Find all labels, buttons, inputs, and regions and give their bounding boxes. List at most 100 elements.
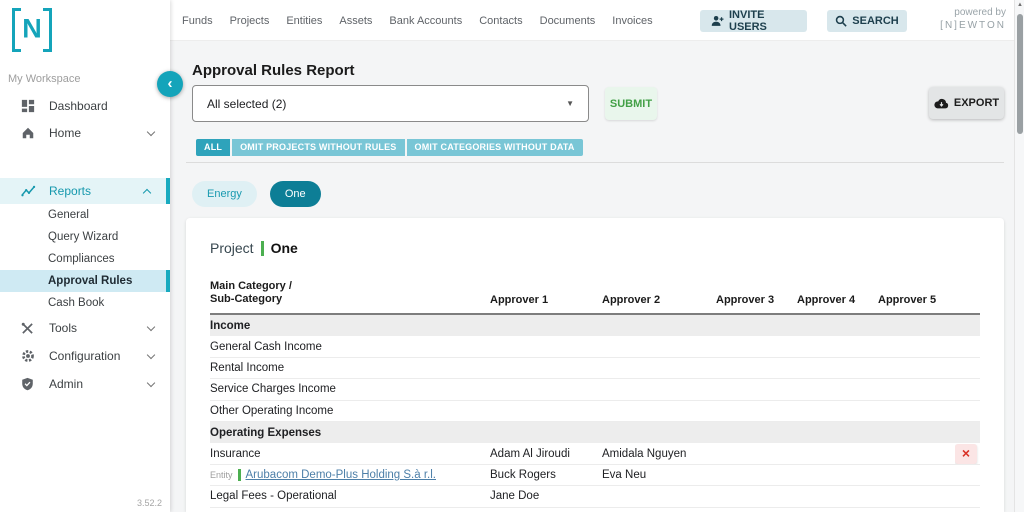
- search-button[interactable]: SEARCH: [827, 10, 907, 32]
- topnav-item-funds[interactable]: Funds: [182, 15, 213, 27]
- sidebar-subitem-label: Query Wizard: [48, 231, 119, 243]
- remove-rule-button[interactable]: ×: [955, 443, 977, 464]
- sidebar-item-query-wizard[interactable]: Query Wizard: [0, 226, 170, 248]
- sidebar-item-tools[interactable]: Tools: [0, 314, 170, 342]
- home-icon: [21, 126, 37, 140]
- approver-cell: Adam Al Jiroudi: [490, 447, 570, 460]
- column-header-approver-5: Approver 5: [878, 294, 937, 306]
- sidebar-subitem-label: Approval Rules: [48, 275, 133, 287]
- column-header-approver-3: Approver 3: [716, 294, 775, 306]
- table-row: General Cash Income: [210, 336, 980, 358]
- sidebar-item-compliances[interactable]: Compliances: [0, 248, 170, 270]
- sidebar-item-label: Dashboard: [49, 98, 108, 113]
- chip-all[interactable]: ALL: [196, 139, 231, 156]
- reports-icon: [21, 185, 37, 198]
- sidebar-item-home[interactable]: Home: [0, 119, 170, 146]
- search-label: SEARCH: [852, 15, 899, 27]
- table-section-row: Income: [210, 315, 980, 337]
- approver-cell: Jane Doe: [490, 490, 540, 503]
- sidebar-subitem-label: General: [48, 209, 89, 221]
- approver-cell: Amidala Nguyen: [602, 447, 687, 460]
- app-logo[interactable]: N: [12, 8, 52, 52]
- report-card: Project One Main Category / Sub-Category…: [186, 218, 1004, 512]
- page-title: Approval Rules Report: [192, 62, 355, 79]
- category-label: Service Charges Income: [210, 383, 336, 396]
- invite-users-button[interactable]: INVITE USERS: [700, 9, 807, 33]
- scroll-up-arrow[interactable]: ▲: [1016, 2, 1024, 8]
- table-row: Other Operating Income: [210, 401, 980, 422]
- category-label: Income: [210, 319, 251, 332]
- topnav-item-assets[interactable]: Assets: [339, 15, 372, 27]
- topnav-item-projects[interactable]: Projects: [230, 15, 270, 27]
- chevron-down-icon: [146, 322, 156, 332]
- powered-by: powered by [N]EWTON: [940, 6, 1006, 32]
- sidebar-item-label: Configuration: [49, 349, 121, 363]
- sidebar-item-label: Tools: [49, 321, 78, 335]
- green-bar: [237, 468, 241, 481]
- topnav-item-bank-accounts[interactable]: Bank Accounts: [389, 15, 462, 27]
- submit-button[interactable]: SUBMIT: [605, 87, 657, 120]
- entity-prefix-label: Entity: [210, 469, 233, 480]
- sidebar-item-label: Reports: [49, 184, 92, 198]
- export-button[interactable]: EXPORT: [929, 87, 1004, 119]
- workspace-label: My Workspace: [8, 73, 81, 85]
- column-header-category: Main Category / Sub-Category: [210, 280, 292, 305]
- sidebar-collapse-button[interactable]: ‹: [157, 71, 183, 97]
- sidebar-item-dashboard[interactable]: Dashboard: [0, 92, 170, 119]
- project-filter-dropdown[interactable]: All selected (2) ▼: [192, 85, 589, 122]
- chevron-down-icon: [146, 127, 156, 136]
- topnav-item-invoices[interactable]: Invoices: [612, 15, 652, 27]
- top-bar: Funds Projects Entities Assets Bank Acco…: [170, 0, 1024, 41]
- entity-link[interactable]: Arubacom Demo-Plus Holding S.à r.l.: [246, 469, 436, 481]
- dashboard-icon: [21, 99, 37, 113]
- sidebar-item-admin[interactable]: Admin: [0, 370, 170, 398]
- approver-cell: Buck Rogers: [490, 468, 556, 481]
- chip-omit-projects[interactable]: OMIT PROJECTS WITHOUT RULES: [232, 139, 405, 156]
- project-name: One: [270, 240, 298, 256]
- topnav-item-documents[interactable]: Documents: [540, 15, 596, 27]
- approver-cell: Eva Neu: [602, 468, 647, 481]
- chevron-up-icon: [142, 188, 152, 197]
- sidebar-subitem-label: Compliances: [48, 253, 115, 265]
- shield-icon: [21, 377, 37, 391]
- table-row: Rental Income: [210, 358, 980, 380]
- search-icon: [835, 15, 847, 27]
- category-label: Operating Expenses: [210, 426, 322, 439]
- category-label: Other Operating Income: [210, 404, 334, 417]
- gear-icon: [21, 349, 37, 363]
- logo-bracket-right: [43, 8, 52, 52]
- sidebar-item-general[interactable]: General: [0, 204, 170, 226]
- sidebar: N My Workspace Dashboard Home Reports Ge…: [0, 0, 170, 512]
- category-label: Legal Fees - Operational: [210, 490, 337, 503]
- scrollbar-thumb[interactable]: [1017, 14, 1023, 134]
- section-divider: [186, 162, 1004, 163]
- powered-by-text: powered by: [954, 7, 1006, 18]
- category-label: Rental Income: [210, 361, 285, 374]
- tab-one[interactable]: One: [269, 181, 321, 207]
- sidebar-item-cash-book[interactable]: Cash Book: [0, 292, 170, 314]
- topnav-item-entities[interactable]: Entities: [286, 15, 322, 27]
- sidebar-item-label: Admin: [49, 377, 84, 391]
- tab-energy[interactable]: Energy: [192, 181, 257, 207]
- chevron-down-icon: [146, 378, 156, 388]
- chevron-down-icon: [146, 350, 156, 360]
- chip-omit-categories[interactable]: OMIT CATEGORIES WITHOUT DATA: [406, 139, 583, 156]
- top-navigation: Funds Projects Entities Assets Bank Acco…: [182, 0, 653, 41]
- export-label: EXPORT: [953, 97, 1000, 109]
- cloud-download-icon: [934, 98, 949, 109]
- table-row: Insurance Adam Al Jiroudi Amidala Nguyen ×: [210, 443, 980, 465]
- tools-icon: [21, 322, 37, 335]
- sidebar-subitem-label: Cash Book: [48, 297, 105, 309]
- table-row: Legal Fees - Operational Jane Doe: [210, 486, 980, 508]
- sidebar-item-configuration[interactable]: Configuration: [0, 342, 170, 370]
- vertical-scrollbar[interactable]: ▲: [1014, 0, 1024, 512]
- project-tabs: Energy One: [192, 181, 321, 207]
- table-section-row: Operating Expenses: [210, 421, 980, 444]
- table-header: Main Category / Sub-Category Approver 1 …: [210, 280, 980, 315]
- powered-by-brand: [N]EWTON: [940, 20, 1006, 31]
- topnav-item-contacts[interactable]: Contacts: [479, 15, 522, 27]
- project-heading: Project One: [210, 240, 980, 256]
- sidebar-item-approval-rules[interactable]: Approval Rules: [0, 270, 170, 292]
- sidebar-item-reports[interactable]: Reports: [0, 178, 170, 204]
- category-label: Insurance: [210, 447, 261, 460]
